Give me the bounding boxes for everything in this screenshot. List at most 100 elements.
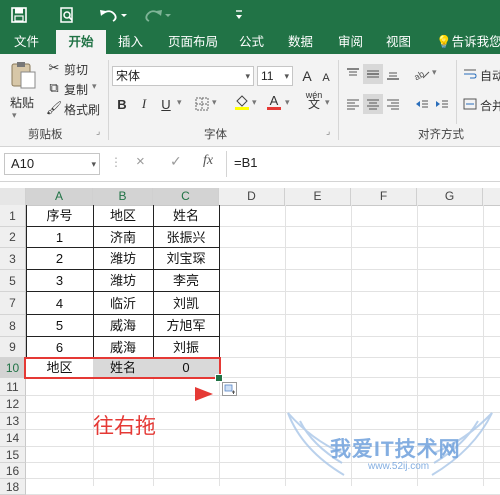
cell-c-row-9[interactable]: 刘振: [153, 337, 219, 358]
cancel-icon[interactable]: ×: [136, 153, 145, 170]
font-color-icon[interactable]: A: [264, 92, 284, 112]
tab-file[interactable]: 文件: [14, 30, 39, 54]
cell-a-row-3[interactable]: 2: [26, 248, 93, 270]
cell-c-row-18[interactable]: [153, 479, 219, 495]
tab-review[interactable]: 审阅: [338, 30, 363, 54]
cell-b-row-7[interactable]: 临沂: [93, 292, 153, 315]
cell-c-row-16[interactable]: [153, 463, 219, 479]
column-header-a[interactable]: A: [26, 188, 93, 205]
redo-icon[interactable]: [140, 4, 174, 26]
cell-a-row-16[interactable]: [26, 463, 93, 479]
name-box[interactable]: A10 ▾: [4, 153, 100, 175]
row-header[interactable]: 8: [0, 315, 26, 337]
save-icon[interactable]: [8, 4, 30, 26]
tab-insert[interactable]: 插入: [118, 30, 143, 54]
row-header[interactable]: 15: [0, 447, 26, 463]
merge-center-button[interactable]: 合并: [480, 97, 500, 114]
cell-a-row-1[interactable]: 序号: [26, 205, 93, 227]
tab-home[interactable]: 开始: [56, 30, 106, 54]
tell-me-box[interactable]: 💡告诉我您想: [436, 30, 500, 54]
fill-handle[interactable]: [215, 374, 223, 382]
font-size-select[interactable]: 11 ▾: [257, 66, 293, 86]
underline-button[interactable]: U: [156, 94, 176, 114]
cell-c-row-7[interactable]: 刘凯: [153, 292, 219, 315]
paste-icon[interactable]: [8, 60, 38, 90]
cell-c-row-3[interactable]: 刘宝琛: [153, 248, 219, 270]
cell-a-row-8[interactable]: 5: [26, 315, 93, 337]
column-header-e[interactable]: E: [285, 188, 351, 205]
bold-button[interactable]: B: [112, 94, 132, 114]
paste-dropdown-icon[interactable]: ▾: [12, 110, 17, 121]
phonetic-guide-icon[interactable]: wén 文: [304, 90, 324, 111]
cell-a-row-5[interactable]: 3: [26, 270, 93, 292]
increase-indent-icon[interactable]: [432, 94, 452, 114]
grow-font-icon[interactable]: A: [297, 66, 317, 86]
cell-b-row-8[interactable]: 威海: [93, 315, 153, 337]
formula-input[interactable]: =B1: [234, 155, 258, 170]
cell-a-row-13[interactable]: [26, 413, 93, 430]
paste-button[interactable]: 粘贴: [10, 94, 34, 111]
insert-function-icon[interactable]: fx: [203, 153, 213, 169]
borders-dropdown-icon[interactable]: ▾: [212, 97, 217, 108]
cell-a-row-14[interactable]: [26, 430, 93, 447]
row-header[interactable]: 13: [0, 413, 26, 430]
tab-page-layout[interactable]: 页面布局: [168, 30, 218, 54]
align-top-icon[interactable]: [343, 64, 363, 84]
print-preview-icon[interactable]: [56, 4, 78, 26]
undo-icon[interactable]: [96, 4, 130, 26]
cell-c-row-15[interactable]: [153, 447, 219, 463]
customize-toolbar-icon[interactable]: [228, 4, 250, 26]
align-left-icon[interactable]: [343, 94, 363, 114]
cell-a-row-7[interactable]: 4: [26, 292, 93, 315]
align-right-icon[interactable]: [383, 94, 403, 114]
fill-color-icon[interactable]: [232, 92, 252, 112]
row-header[interactable]: 14: [0, 430, 26, 447]
column-header-b[interactable]: B: [93, 188, 153, 205]
select-all-corner[interactable]: [0, 188, 26, 205]
cell-b-row-16[interactable]: [93, 463, 153, 479]
cell-c-row-1[interactable]: 姓名: [153, 205, 219, 227]
column-header-d[interactable]: D: [219, 188, 285, 205]
row-header[interactable]: 16: [0, 463, 26, 479]
autofill-options-icon[interactable]: [222, 382, 237, 396]
row-header[interactable]: 3: [0, 248, 26, 270]
enter-icon[interactable]: ✓: [170, 153, 182, 170]
copy-dropdown-icon[interactable]: ▾: [92, 81, 97, 92]
cell-b-row-1[interactable]: 地区: [93, 205, 153, 227]
cell-b-row-15[interactable]: [93, 447, 153, 463]
cell-c-row-13[interactable]: [153, 413, 219, 430]
copy-button[interactable]: 复制: [64, 81, 88, 98]
orientation-dropdown-icon[interactable]: ▾: [432, 67, 437, 78]
column-header-c[interactable]: C: [153, 188, 219, 205]
cell-c-row-14[interactable]: [153, 430, 219, 447]
row-header[interactable]: 12: [0, 396, 26, 413]
wrap-text-button[interactable]: 自动: [480, 67, 500, 84]
cell-b-row-5[interactable]: 潍坊: [93, 270, 153, 292]
tab-data[interactable]: 数据: [288, 30, 313, 54]
borders-icon[interactable]: [192, 94, 212, 114]
italic-button[interactable]: I: [134, 94, 154, 114]
cell-a-row-18[interactable]: [26, 479, 93, 495]
tab-formulas[interactable]: 公式: [239, 30, 264, 54]
column-header-g[interactable]: G: [417, 188, 483, 205]
cell-b-row-2[interactable]: 济南: [93, 227, 153, 248]
clipboard-launcher-icon[interactable]: ⌟: [96, 126, 100, 137]
fill-dropdown-icon[interactable]: ▾: [252, 97, 257, 108]
cell-c-row-8[interactable]: 方旭军: [153, 315, 219, 337]
font-color-dropdown-icon[interactable]: ▾: [285, 97, 290, 108]
row-header[interactable]: 5: [0, 270, 26, 292]
align-middle-icon[interactable]: [363, 64, 383, 84]
shrink-font-icon[interactable]: A: [316, 68, 336, 88]
cut-button[interactable]: 剪切: [64, 61, 88, 78]
row-header[interactable]: 10: [0, 358, 26, 378]
wrap-text-icon[interactable]: [460, 64, 480, 84]
phonetic-dropdown-icon[interactable]: ▾: [325, 97, 330, 108]
row-header[interactable]: 1: [0, 205, 26, 227]
merge-center-icon[interactable]: [460, 94, 480, 114]
tab-view[interactable]: 视图: [386, 30, 411, 54]
cell-a-row-9[interactable]: 6: [26, 337, 93, 358]
copy-icon[interactable]: ⧉: [44, 78, 64, 98]
decrease-indent-icon[interactable]: [412, 94, 432, 114]
cell-b-row-3[interactable]: 潍坊: [93, 248, 153, 270]
align-bottom-icon[interactable]: [383, 64, 403, 84]
